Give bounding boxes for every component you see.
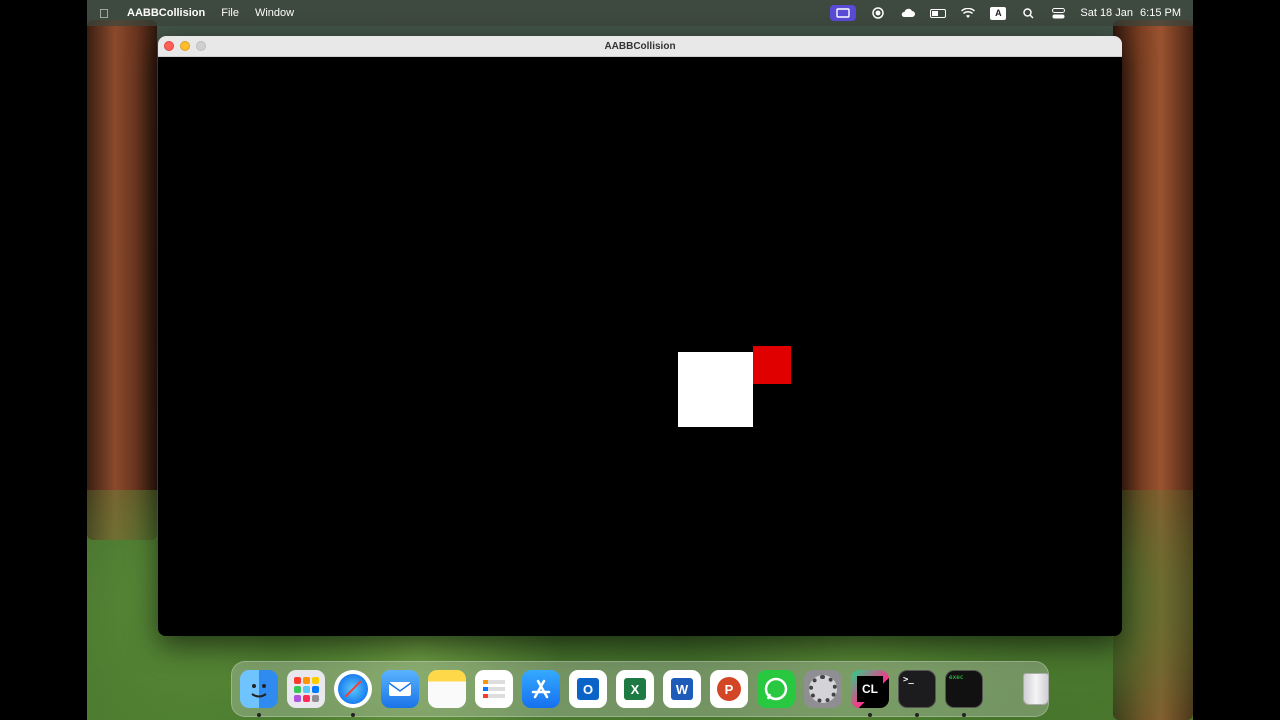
dock-notes[interactable] — [426, 668, 468, 710]
dock-outlook[interactable]: O — [567, 668, 609, 710]
menu-app-name[interactable]: AABBCollision — [127, 7, 205, 19]
dock-reminders[interactable] — [473, 668, 515, 710]
dock-launchpad[interactable] — [285, 668, 327, 710]
close-button[interactable] — [164, 41, 174, 51]
outlook-icon: O — [569, 670, 607, 708]
powerpoint-icon: P — [710, 670, 748, 708]
mail-icon — [381, 670, 419, 708]
dock-finder[interactable] — [238, 668, 280, 717]
running-indicator — [351, 713, 355, 717]
trash-icon — [1017, 670, 1055, 708]
record-icon[interactable] — [870, 6, 886, 20]
window-controls — [164, 41, 206, 51]
dock-system-settings[interactable] — [802, 668, 844, 710]
battery-icon[interactable] — [930, 6, 947, 20]
player-box — [678, 352, 753, 427]
wifi-icon[interactable] — [960, 6, 976, 20]
menu-bar:  AABBCollision File Window A Sat 18 Jan… — [87, 0, 1193, 26]
cloud-icon[interactable] — [900, 6, 916, 20]
window-title: AABBCollision — [604, 40, 676, 52]
dock-clion[interactable]: CL — [849, 668, 891, 717]
app-store-icon — [522, 670, 560, 708]
clion-icon: CL — [851, 670, 889, 708]
dock-excel[interactable]: X — [614, 668, 656, 710]
system-settings-icon — [804, 670, 842, 708]
collider-box — [753, 346, 791, 384]
game-canvas[interactable] — [158, 57, 1122, 636]
excel-icon: X — [616, 670, 654, 708]
dock-whatsapp[interactable] — [755, 668, 797, 710]
dock: O X W P CL >_ exec — [231, 661, 1049, 717]
safari-icon — [334, 670, 372, 708]
running-indicator — [962, 713, 966, 717]
dock-terminal[interactable]: >_ — [896, 668, 938, 717]
menu-file[interactable]: File — [221, 7, 239, 19]
launchpad-icon — [287, 670, 325, 708]
spotlight-search-icon[interactable] — [1020, 6, 1036, 20]
running-indicator — [868, 713, 872, 717]
dock-word[interactable]: W — [661, 668, 703, 710]
screen-share-icon[interactable] — [830, 5, 857, 21]
dock-exec[interactable]: exec — [943, 668, 985, 717]
running-indicator — [257, 713, 261, 717]
word-icon: W — [663, 670, 701, 708]
running-indicator — [915, 713, 919, 717]
notes-icon — [428, 670, 466, 708]
status-area: A Sat 18 Jan 6:15 PM — [830, 5, 1181, 21]
app-window: AABBCollision — [158, 36, 1122, 636]
finder-icon — [240, 670, 278, 708]
dock-powerpoint[interactable]: P — [708, 668, 750, 710]
clock-date: Sat 18 Jan — [1080, 7, 1133, 19]
dock-app-store[interactable] — [520, 668, 562, 710]
reminders-icon — [475, 670, 513, 708]
maximize-button[interactable] — [196, 41, 206, 51]
dock-mail[interactable] — [379, 668, 421, 710]
minimize-button[interactable] — [180, 41, 190, 51]
clock-time: 6:15 PM — [1140, 7, 1181, 19]
menu-window[interactable]: Window — [255, 7, 294, 19]
title-bar[interactable]: AABBCollision — [158, 36, 1122, 57]
input-source-icon[interactable]: A — [990, 6, 1007, 20]
terminal-icon: >_ — [898, 670, 936, 708]
dock-safari[interactable] — [332, 668, 374, 717]
whatsapp-icon — [757, 670, 795, 708]
exec-icon: exec — [945, 670, 983, 708]
control-center-icon[interactable] — [1050, 6, 1066, 20]
apple-icon[interactable]:  — [99, 6, 113, 21]
tree-trunk-left — [87, 20, 157, 540]
dock-trash[interactable] — [1015, 668, 1057, 710]
clock[interactable]: Sat 18 Jan 6:15 PM — [1080, 7, 1181, 19]
